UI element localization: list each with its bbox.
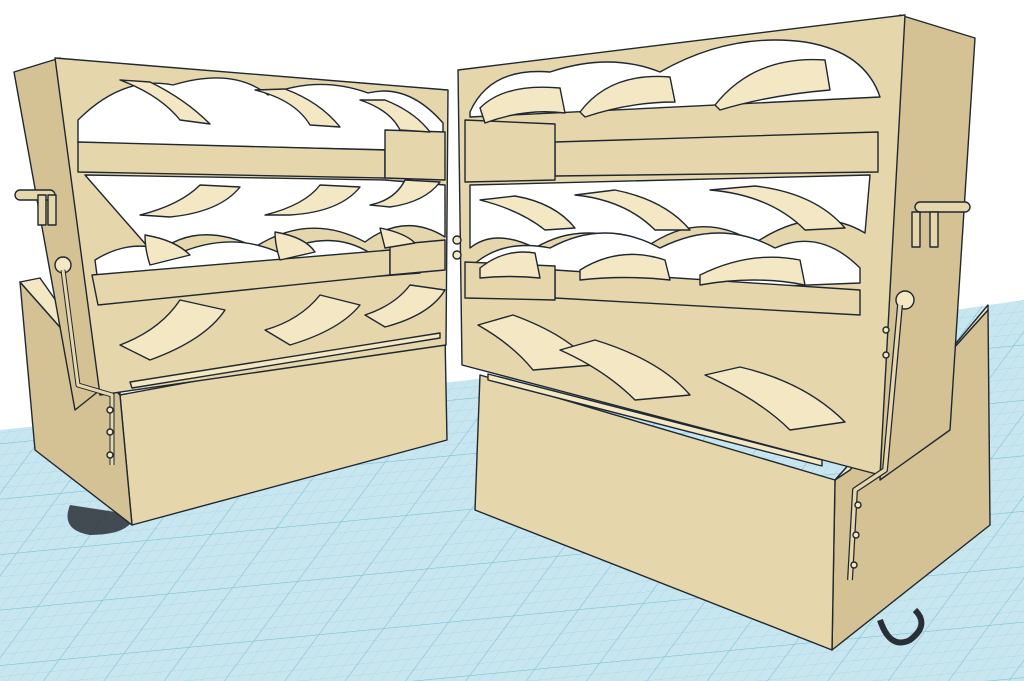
workplane-viewport[interactable] [0,0,1024,681]
